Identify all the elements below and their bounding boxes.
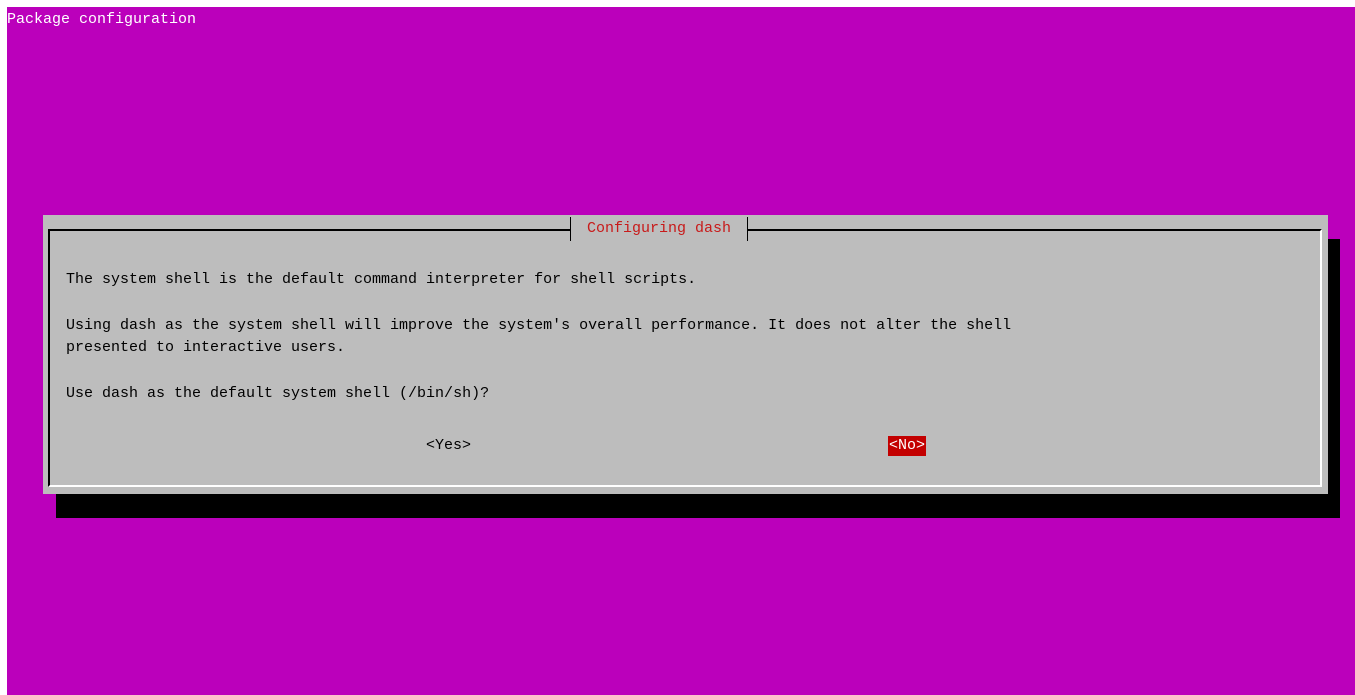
prompt-question: Use dash as the default system shell (/b… [66,385,490,402]
configuration-dialog: Configuring dash The system shell is the… [43,215,1328,494]
message-line-2: Using dash as the system shell will impr… [66,317,1012,334]
dialog-shadow-bottom [56,494,1340,518]
terminal-screen: Package configuration Configuring dash T… [7,7,1355,695]
no-button[interactable]: <No> [888,436,927,456]
message-line-3: presented to interactive users. [66,339,346,356]
message-line-1: The system shell is the default command … [66,271,697,288]
yes-button[interactable]: <Yes> [426,436,471,456]
dialog-shadow-right [1328,239,1340,518]
backtitle: Package configuration [7,11,197,28]
dialog-title: Configuring dash [570,217,749,241]
